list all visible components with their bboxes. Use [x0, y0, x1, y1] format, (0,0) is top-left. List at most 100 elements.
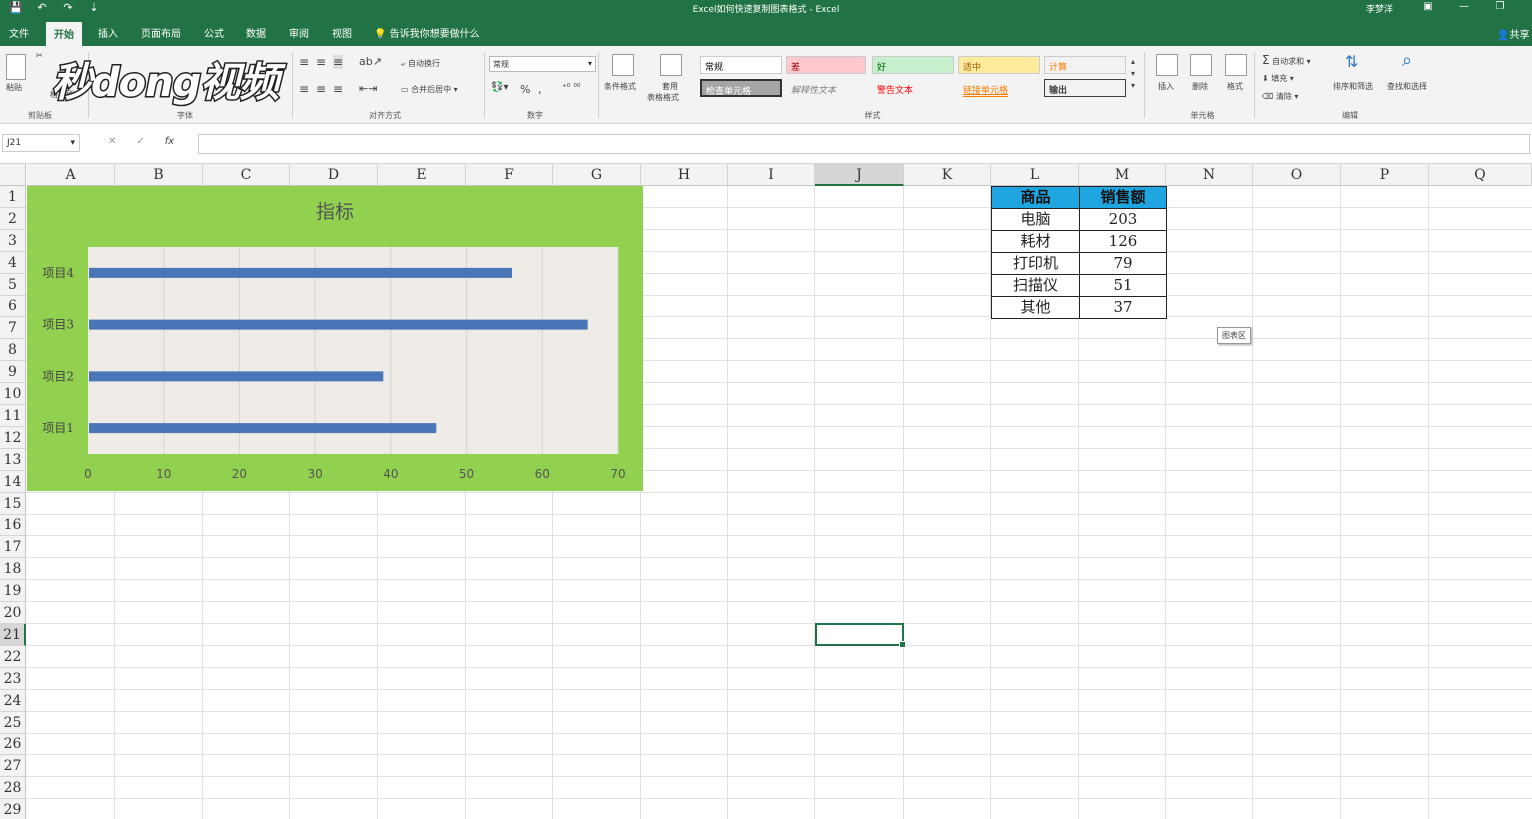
- table-cell[interactable]: 79: [1079, 252, 1167, 275]
- indent-icons[interactable]: ⇤⇥: [359, 82, 377, 95]
- row-header-25[interactable]: 25: [0, 712, 26, 734]
- column-header-p[interactable]: P: [1341, 164, 1429, 186]
- table-format-label-1[interactable]: 套用: [662, 81, 678, 92]
- cut-icon[interactable]: ✂: [36, 51, 43, 60]
- percent-icon[interactable]: %: [520, 83, 530, 96]
- find-icon[interactable]: ⌕: [1402, 50, 1412, 71]
- bar-4[interactable]: [89, 267, 512, 278]
- row-header-23[interactable]: 23: [0, 668, 26, 690]
- row-header-5[interactable]: 5: [0, 274, 26, 296]
- bar-2[interactable]: [89, 371, 384, 382]
- style-calculation[interactable]: 计算: [1044, 56, 1126, 74]
- enter-icon[interactable]: ✓: [136, 136, 144, 147]
- row-header-4[interactable]: 4: [0, 252, 26, 274]
- styles-scroll-icon[interactable]: ▴ ▾ ▾: [1131, 56, 1135, 92]
- insert-cells-icon[interactable]: [1156, 54, 1178, 76]
- row-header-8[interactable]: 8: [0, 339, 26, 361]
- column-header-f[interactable]: F: [466, 164, 553, 186]
- table-cell[interactable]: 打印机: [991, 252, 1080, 275]
- tab-formulas[interactable]: 公式: [204, 25, 224, 40]
- fill-button[interactable]: ⬇ 填充 ▾: [1262, 73, 1294, 84]
- column-header-i[interactable]: I: [728, 164, 815, 186]
- column-header-c[interactable]: C: [203, 164, 290, 186]
- column-header-q[interactable]: Q: [1429, 164, 1532, 186]
- table-cell[interactable]: 电脑: [991, 208, 1080, 231]
- cancel-icon[interactable]: ✕: [108, 136, 116, 147]
- tab-view[interactable]: 视图: [332, 25, 352, 40]
- select-all-corner[interactable]: [0, 164, 26, 186]
- style-linked-cell[interactable]: 链接单元格: [958, 79, 1040, 97]
- row-header-7[interactable]: 7: [0, 317, 26, 339]
- row-header-24[interactable]: 24: [0, 690, 26, 712]
- style-bad[interactable]: 差: [786, 56, 866, 74]
- table-header[interactable]: 销售额: [1079, 186, 1167, 209]
- column-header-d[interactable]: D: [290, 164, 378, 186]
- format-cells-label[interactable]: 格式: [1227, 81, 1243, 92]
- table-cell[interactable]: 37: [1079, 296, 1167, 319]
- style-explanatory[interactable]: 解释性文本: [786, 79, 866, 97]
- user-name[interactable]: 李梦洋: [1366, 2, 1393, 15]
- wrap-text-button[interactable]: ⤶ 自动换行: [401, 58, 440, 69]
- row-header-26[interactable]: 26: [0, 734, 26, 755]
- tab-page-layout[interactable]: 页面布局: [141, 25, 181, 40]
- align-right-icon[interactable]: ≡: [333, 82, 343, 96]
- column-header-l[interactable]: L: [991, 164, 1079, 186]
- row-header-12[interactable]: 12: [0, 427, 26, 449]
- style-check-cell[interactable]: 检查单元格: [700, 79, 782, 97]
- style-normal[interactable]: 常规: [700, 56, 782, 74]
- row-header-3[interactable]: 3: [0, 230, 26, 252]
- align-center-icon[interactable]: ≡: [316, 82, 326, 96]
- row-header-6[interactable]: 6: [0, 296, 26, 317]
- row-header-14[interactable]: 14: [0, 471, 26, 493]
- tab-review[interactable]: 审阅: [289, 25, 309, 40]
- conditional-format-icon[interactable]: [612, 54, 634, 76]
- comma-icon[interactable]: ,: [538, 83, 542, 96]
- active-cell-j21[interactable]: [815, 623, 906, 648]
- row-header-19[interactable]: 19: [0, 580, 26, 602]
- row-header-9[interactable]: 9: [0, 361, 26, 383]
- clear-button[interactable]: ⌫ 清除 ▾: [1262, 91, 1298, 102]
- sort-filter-label[interactable]: 排序和筛选: [1333, 81, 1373, 92]
- bar-1[interactable]: [89, 423, 437, 434]
- ribbon-display-icon[interactable]: ▣: [1410, 0, 1446, 14]
- row-header-15[interactable]: 15: [0, 493, 26, 515]
- column-header-g[interactable]: G: [553, 164, 641, 186]
- tab-file[interactable]: 文件: [9, 25, 29, 40]
- delete-cells-label[interactable]: 删除: [1192, 81, 1208, 92]
- close-icon[interactable]: ✕: [1518, 0, 1532, 14]
- minimize-icon[interactable]: —: [1446, 0, 1482, 14]
- orientation-icon[interactable]: ab↗: [359, 55, 382, 68]
- style-good[interactable]: 好: [872, 56, 954, 74]
- table-format-label-2[interactable]: 表格格式: [647, 92, 679, 103]
- row-header-10[interactable]: 10: [0, 383, 26, 405]
- row-header-27[interactable]: 27: [0, 755, 26, 777]
- column-header-j[interactable]: J: [815, 164, 904, 186]
- currency-icon[interactable]: 💱▾: [491, 82, 508, 93]
- table-header[interactable]: 商品: [991, 186, 1080, 209]
- row-header-18[interactable]: 18: [0, 558, 26, 580]
- name-box[interactable]: J21 ▾: [2, 134, 80, 152]
- tab-insert[interactable]: 插入: [98, 25, 118, 40]
- column-header-h[interactable]: H: [641, 164, 728, 186]
- row-header-13[interactable]: 13: [0, 449, 26, 471]
- tab-home[interactable]: 开始: [46, 22, 82, 46]
- row-header-20[interactable]: 20: [0, 602, 26, 624]
- insert-cells-label[interactable]: 插入: [1158, 81, 1174, 92]
- conditional-format-label[interactable]: 条件格式: [604, 81, 636, 92]
- column-header-e[interactable]: E: [378, 164, 466, 186]
- share-button[interactable]: 👤共享: [1497, 26, 1529, 41]
- align-top-icon[interactable]: ≡: [299, 55, 309, 69]
- autosum-button[interactable]: Σ 自动求和 ▾: [1262, 53, 1311, 67]
- column-header-b[interactable]: B: [115, 164, 203, 186]
- bar-chart[interactable]: 0 10 20 30 40 50 60 70 项目1 项目2 项目3 项目4 指标: [27, 186, 643, 491]
- style-output[interactable]: 输出: [1044, 79, 1126, 97]
- table-cell[interactable]: 126: [1079, 230, 1167, 253]
- style-warning[interactable]: 警告文本: [872, 79, 954, 97]
- decimal-icons[interactable]: ⁺⁰ ⁰⁰: [562, 83, 580, 93]
- tab-data[interactable]: 数据: [246, 25, 266, 40]
- find-select-label[interactable]: 查找和选择: [1387, 81, 1427, 92]
- column-header-m[interactable]: M: [1079, 164, 1166, 186]
- table-cell[interactable]: 203: [1079, 208, 1167, 231]
- table-format-icon[interactable]: [660, 54, 682, 76]
- row-header-1[interactable]: 1: [0, 186, 26, 208]
